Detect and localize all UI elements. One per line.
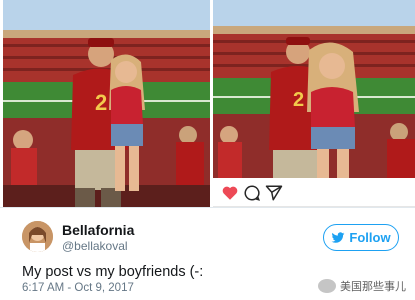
send-icon[interactable] <box>265 184 283 202</box>
comment-icon[interactable] <box>243 184 261 202</box>
user-handle[interactable]: @bellakoval <box>62 239 128 253</box>
follow-label: Follow <box>349 230 391 245</box>
heart-icon[interactable] <box>221 184 239 202</box>
avatar[interactable] <box>22 221 53 252</box>
wechat-logo-icon <box>318 279 336 293</box>
twitter-bird-icon <box>331 231 345 243</box>
girlfriend-photo: 2 <box>213 0 415 178</box>
follow-button[interactable]: Follow <box>323 224 399 251</box>
photo-comparison: 2 2 <box>0 0 415 207</box>
display-name[interactable]: Bellafornia <box>62 222 134 238</box>
tweet-timestamp[interactable]: 6:17 AM - Oct 9, 2017 <box>22 282 134 294</box>
watermark-text: 美国那些事儿 <box>340 281 406 293</box>
watermark: 美国那些事儿 <box>318 278 406 294</box>
instagram-action-bar <box>213 178 415 207</box>
boyfriend-photo: 2 <box>3 0 210 207</box>
tweet-card: Bellafornia @bellakoval Follow My post v… <box>0 207 415 300</box>
jersey-number-right: 2 <box>293 89 304 111</box>
tweet-text: My post vs my boyfriends (-: <box>22 264 204 280</box>
jersey-number-left: 2 <box>95 90 107 115</box>
